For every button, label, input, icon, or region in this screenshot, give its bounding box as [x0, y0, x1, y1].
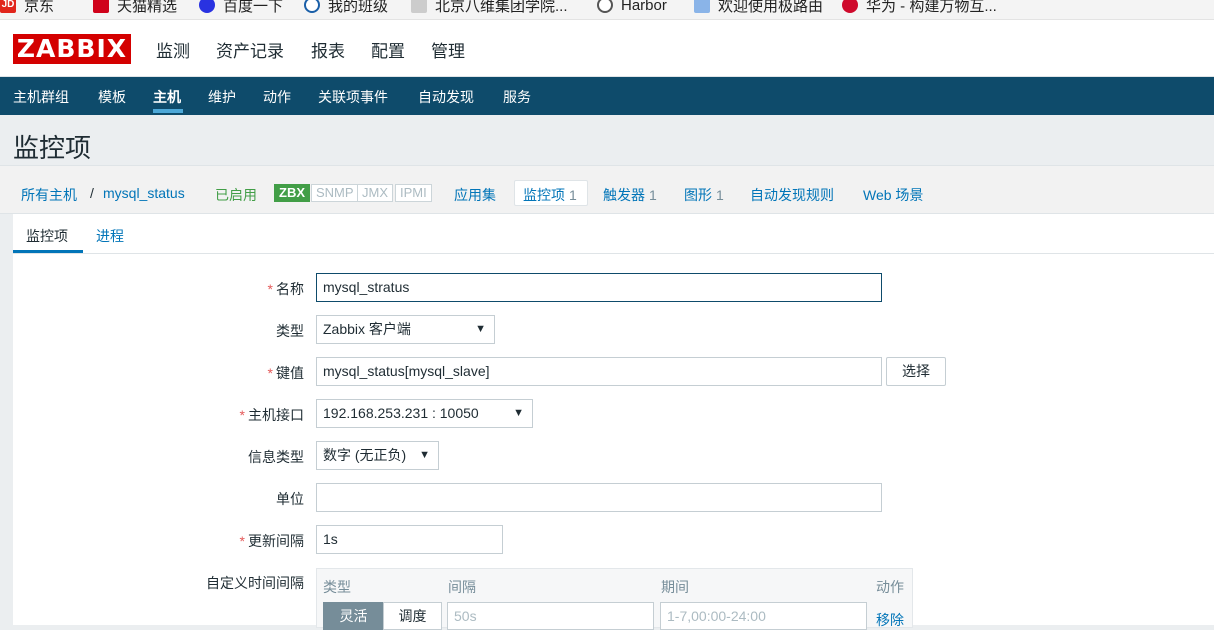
select-key-button[interactable]: 选择 — [886, 357, 946, 386]
interface-select[interactable]: 192.168.253.231 : 10050 ▼ — [316, 399, 533, 428]
interval-label: * 更新间隔 — [239, 533, 304, 549]
subnav-hosts[interactable]: 主机 — [153, 87, 181, 107]
jd-icon: JD — [0, 0, 16, 13]
link-web-scenarios[interactable]: Web 场景 — [863, 185, 923, 205]
name-label: * 名称 — [267, 281, 304, 297]
link-applications[interactable]: 应用集 — [454, 185, 496, 205]
bookmark-jd[interactable]: JD 京东 — [0, 0, 54, 17]
tab-preprocessing[interactable]: 进程 — [96, 226, 124, 246]
type-label: 类型 — [276, 323, 304, 339]
graphs-count: 1 — [716, 187, 724, 203]
host-navigation: 所有主机 / mysql_status 已启用 ZBX SNMP JMX IPM… — [0, 165, 1214, 214]
link-graphs[interactable]: 图形 1 — [684, 185, 724, 205]
interval-input[interactable]: 1s — [316, 525, 503, 554]
info-type-select[interactable]: 数字 (无正负) ▼ — [316, 441, 439, 470]
units-input[interactable] — [316, 483, 882, 512]
page-title: 监控项 — [13, 133, 92, 163]
required-marker: * — [239, 407, 245, 423]
top-header: ZABBIX 监测 资产记录 报表 配置 管理 — [0, 20, 1214, 85]
custom-period-input[interactable]: 1-7,00:00-24:00 — [660, 602, 867, 630]
link-discovery-rules[interactable]: 自动发现规则 — [750, 185, 834, 205]
subnav-templates[interactable]: 模板 — [98, 87, 126, 107]
menu-monitoring[interactable]: 监测 — [156, 37, 190, 62]
subnav-discovery[interactable]: 自动发现 — [418, 87, 474, 107]
triggers-count: 1 — [649, 187, 657, 203]
host-status[interactable]: 已启用 — [215, 185, 257, 205]
info-type-label: 信息类型 — [248, 449, 304, 465]
remove-link[interactable]: 移除 — [876, 610, 904, 630]
availability-ipmi: IPMI — [395, 184, 432, 202]
baidu-icon — [199, 0, 215, 13]
items-count: 1 — [569, 187, 577, 203]
menu-inventory[interactable]: 资产记录 — [216, 37, 284, 62]
item-form: * 名称 mysql_stratus 类型 Zabbix 客户端 ▼ * 键值 mys… — [13, 254, 1214, 630]
scheduling-toggle[interactable]: 调度 — [383, 602, 442, 630]
availability-snmp: SNMP — [311, 184, 359, 202]
zabbix-logo[interactable]: ZABBIX — [13, 34, 131, 64]
bookmark-school[interactable]: 北京八维集团学院... — [411, 0, 568, 17]
col-action: 动作 — [876, 579, 904, 595]
bookmarks-bar: JD 京东 天猫精选 百度一下 我的班级 北京八维集团学院... Harbor 欢… — [0, 0, 1214, 20]
bookmark-class[interactable]: 我的班级 — [304, 0, 388, 17]
required-marker: * — [267, 365, 273, 381]
subnav-services[interactable]: 服务 — [503, 87, 531, 107]
menu-configuration[interactable]: 配置 — [371, 37, 405, 85]
bookmark-harbor[interactable]: Harbor — [597, 0, 667, 17]
active-subnav-indicator — [153, 109, 183, 113]
bookmark-router[interactable]: 欢迎使用极路由 — [694, 0, 823, 17]
required-marker: * — [239, 533, 245, 549]
flexible-toggle[interactable]: 灵活 — [323, 602, 384, 630]
breadcrumb-separator: / — [90, 185, 94, 201]
tab-item[interactable]: 监控项 — [26, 226, 68, 246]
breadcrumb-all-hosts[interactable]: 所有主机 — [21, 185, 77, 205]
units-label: 单位 — [276, 491, 304, 507]
globe-icon — [304, 0, 320, 13]
tmall-icon — [93, 0, 109, 13]
col-interval: 间隔 — [448, 579, 476, 595]
subnav-correlation[interactable]: 关联项事件 — [318, 87, 388, 107]
menu-administration[interactable]: 管理 — [431, 37, 465, 62]
link-items[interactable]: 监控项 1 — [523, 185, 577, 205]
custom-intervals-label: 自定义时间间隔 — [206, 575, 304, 591]
availability-zbx: ZBX — [274, 184, 310, 202]
availability-jmx: JMX — [357, 184, 393, 202]
bookmark-tmall[interactable]: 天猫精选 — [93, 0, 177, 17]
key-label: * 键值 — [267, 365, 304, 381]
custom-intervals-table: 类型 间隔 期间 动作 灵活 调度 50s 1-7,00:00-24:00 移除 — [316, 568, 913, 630]
active-tab-indicator — [13, 250, 83, 253]
huawei-icon — [842, 0, 858, 13]
subnav-actions[interactable]: 动作 — [263, 87, 291, 107]
dropdown-arrow-icon: ▼ — [513, 407, 524, 419]
subnav-host-groups[interactable]: 主机群组 — [13, 87, 69, 107]
harbor-icon — [597, 0, 613, 13]
router-icon — [694, 0, 710, 13]
interface-label: * 主机接口 — [239, 407, 304, 423]
dropdown-arrow-icon: ▼ — [475, 323, 486, 335]
col-type: 类型 — [323, 579, 351, 595]
col-period: 期间 — [661, 579, 689, 595]
menu-reports[interactable]: 报表 — [311, 37, 345, 62]
school-icon — [411, 0, 427, 13]
bookmark-huawei[interactable]: 华为 - 构建万物互... — [842, 0, 997, 17]
breadcrumb-host[interactable]: mysql_status — [103, 185, 185, 201]
key-input[interactable]: mysql_status[mysql_slave] — [316, 357, 882, 386]
page-header: 监控项 — [0, 115, 1214, 165]
name-input[interactable]: mysql_stratus — [316, 273, 882, 302]
link-triggers[interactable]: 触发器 1 — [603, 185, 657, 205]
dropdown-arrow-icon: ▼ — [419, 449, 430, 461]
subnav-maintenance[interactable]: 维护 — [208, 87, 236, 107]
custom-interval-input[interactable]: 50s — [447, 602, 654, 630]
form-tabs: 监控项 进程 — [13, 214, 1214, 254]
bookmark-baidu[interactable]: 百度一下 — [199, 0, 283, 17]
type-select[interactable]: Zabbix 客户端 ▼ — [316, 315, 495, 344]
required-marker: * — [267, 281, 273, 297]
